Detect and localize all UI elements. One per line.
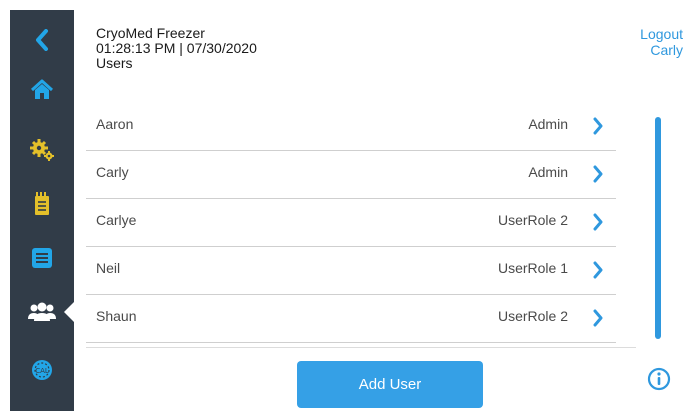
- user-name: Shaun: [96, 308, 137, 324]
- notepad-icon: [35, 192, 49, 215]
- users-icon: [28, 302, 56, 321]
- sidebar-item-calibration[interactable]: CAL: [10, 348, 74, 392]
- current-user: Carly: [650, 42, 683, 58]
- user-name: Aaron: [96, 116, 134, 132]
- page-header: CryoMed Freezer 01:28:13 PM | 07/30/2020…: [96, 26, 257, 71]
- back-chevron-icon: [36, 29, 48, 51]
- device-name: CryoMed Freezer: [96, 25, 205, 41]
- gears-icon: [30, 139, 54, 161]
- list-item[interactable]: Carly Admin: [86, 150, 616, 199]
- scrollbar[interactable]: [655, 117, 661, 339]
- sidebar-item-settings[interactable]: [10, 128, 74, 172]
- add-user-button[interactable]: Add User: [297, 361, 483, 408]
- user-name: Carlye: [96, 212, 137, 228]
- user-role: Admin: [528, 116, 568, 132]
- date-time: 01:28:13 PM | 07/30/2020: [96, 40, 257, 56]
- chevron-right-icon: [593, 213, 603, 231]
- user-role: UserRole 1: [497, 260, 568, 276]
- sidebar-item-logs[interactable]: [10, 236, 74, 280]
- sidebar-item-users[interactable]: [10, 290, 75, 334]
- chevron-right-icon: [593, 117, 603, 135]
- chevron-right-icon: [593, 261, 603, 279]
- user-role: Admin: [528, 164, 568, 180]
- list-icon: [32, 248, 52, 268]
- active-indicator: [64, 301, 75, 323]
- back-button[interactable]: [10, 18, 74, 62]
- user-role: UserRole 2: [497, 212, 568, 228]
- sidebar: CAL: [10, 10, 75, 411]
- list-item[interactable]: Aaron Admin: [86, 102, 616, 151]
- sidebar-item-notes[interactable]: [10, 182, 74, 226]
- list-divider: [86, 347, 636, 348]
- user-name: Carly: [96, 164, 129, 180]
- sidebar-item-home[interactable]: [10, 68, 74, 112]
- user-role: UserRole 2: [497, 308, 568, 324]
- list-item[interactable]: Carlye UserRole 2: [86, 198, 616, 247]
- list-item[interactable]: Shaun UserRole 2: [86, 294, 616, 343]
- chevron-right-icon: [593, 165, 603, 183]
- logout-label: Logout: [640, 26, 683, 42]
- info-icon[interactable]: [647, 367, 671, 391]
- calibration-icon: CAL: [32, 360, 52, 380]
- user-name: Neil: [96, 260, 121, 276]
- list-item[interactable]: Neil UserRole 1: [86, 246, 616, 295]
- chevron-right-icon: [593, 309, 603, 327]
- svg-text:CAL: CAL: [35, 367, 49, 375]
- home-icon: [30, 79, 54, 99]
- logout-button[interactable]: Logout Carly: [640, 26, 683, 58]
- page-title: Users: [96, 55, 133, 71]
